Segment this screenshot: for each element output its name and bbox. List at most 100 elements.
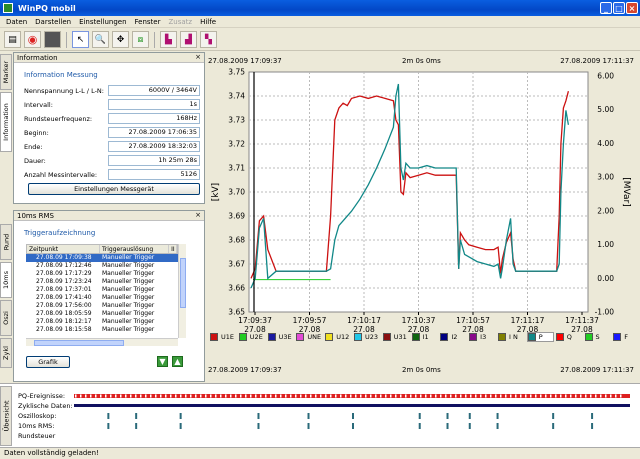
row-timestamp: 27.08.09 18:12:17 <box>36 318 92 325</box>
legend-item-q[interactable]: Q <box>555 333 583 341</box>
close-icon[interactable]: × <box>195 211 201 219</box>
close-icon[interactable]: × <box>195 53 201 61</box>
horizontal-scrollbar[interactable] <box>26 338 178 346</box>
legend-item-u23[interactable]: U23 <box>353 333 381 341</box>
pq-event-gap <box>180 394 182 398</box>
menu-daten[interactable]: Daten <box>2 18 31 26</box>
table-row[interactable]: 27.08.09 17:37:01 Manueller Trigger <box>26 286 178 294</box>
arrow-down-icon[interactable]: ▼ <box>157 356 168 367</box>
legend-swatch <box>613 333 622 341</box>
move-icon[interactable]: ✥ <box>112 31 129 48</box>
pq-event-gap <box>610 394 612 398</box>
status-text: Daten vollständig geladen! <box>4 449 99 457</box>
screen-icon[interactable] <box>44 31 61 48</box>
line-chart[interactable]: 3.75 3.74 3.73 3.72 3.71 3.70 3.69 3.68 3.67 3.66… <box>206 68 640 346</box>
menu-hilfe[interactable]: Hilfe <box>196 18 220 26</box>
table-row[interactable]: 27.08.09 18:12:17 Manueller Trigger <box>26 318 178 326</box>
table-row[interactable]: 27.08.09 17:56:00 Manueller Trigger <box>26 302 178 310</box>
panel-header: Information × <box>14 53 204 63</box>
pq-event-gap <box>95 394 97 398</box>
zoom-icon[interactable]: 🔍 <box>92 31 109 48</box>
legend-item-in[interactable]: I N <box>497 333 525 341</box>
grafik-button[interactable]: Grafik <box>26 356 70 368</box>
menu-fenster[interactable]: Fenster <box>131 18 165 26</box>
chart-icon[interactable]: ▚ <box>200 31 217 48</box>
pq-event-gap <box>140 394 142 398</box>
row-trigger: Manueller Trigger <box>102 270 155 277</box>
y-tick-left: 3.71 <box>228 164 245 173</box>
pointer-icon[interactable]: ↖ <box>72 31 89 48</box>
column-header-zeitpunkt[interactable]: Zeitpunkt <box>27 245 100 253</box>
pq-event-gap <box>430 394 432 398</box>
menu-einstellungen[interactable]: Einstellungen <box>75 18 130 26</box>
y-tick-left: 3.73 <box>228 116 245 125</box>
info-label: Dauer: <box>24 156 46 165</box>
table-row[interactable]: 27.08.09 17:23:24 Manueller Trigger <box>26 278 178 286</box>
legend-item-une[interactable]: UNE <box>296 333 323 341</box>
column-header-extra[interactable]: II <box>169 245 177 253</box>
overview-timeline[interactable] <box>74 386 634 446</box>
record-icon[interactable]: ◉ <box>24 31 41 48</box>
legend-item-u3e[interactable]: U3E <box>267 333 295 341</box>
table-row[interactable]: 27.08.09 18:05:59 Manueller Trigger <box>26 310 178 318</box>
toolbar-separator <box>154 31 155 48</box>
document-icon[interactable]: ▤ <box>4 31 21 48</box>
scroll-thumb[interactable] <box>180 258 186 308</box>
pq-event-gap <box>265 394 267 398</box>
pq-event-gap <box>565 394 567 398</box>
scroll-thumb[interactable] <box>34 340 124 346</box>
minimize-button[interactable]: _ <box>600 2 612 14</box>
tab-oszi[interactable]: Oszi <box>0 300 12 336</box>
chart-icon[interactable]: ▟ <box>180 31 197 48</box>
y-tick-right: 0.00 <box>597 274 614 283</box>
table-row[interactable]: 27.08.09 17:09:38 Manueller Trigger <box>26 254 178 262</box>
pq-event-gap <box>280 394 282 398</box>
tab-marker[interactable]: Marker <box>0 54 12 90</box>
table-row[interactable]: 27.08.09 17:12:46 Manueller Trigger <box>26 262 178 270</box>
oscilloscope-label: Oszilloskop: <box>18 412 57 420</box>
legend-label: P <box>538 333 543 341</box>
table-row[interactable]: 27.08.09 18:15:58 Manueller Trigger <box>26 326 178 334</box>
pq-event-gap <box>405 394 407 398</box>
settings-button[interactable]: Einstellungen Messgerät <box>28 183 200 195</box>
tab-uebersicht[interactable]: Übersicht <box>0 386 12 446</box>
legend-item-u31[interactable]: U31 <box>382 333 410 341</box>
legend-label: U1E <box>221 333 234 341</box>
legend-item-i3[interactable]: I3 <box>469 333 496 341</box>
fit-icon[interactable]: ⧈ <box>132 31 149 48</box>
legend-item-u2e[interactable]: U2E <box>238 333 266 341</box>
chart-icon[interactable]: ▙ <box>160 31 177 48</box>
maximize-button[interactable]: □ <box>613 2 625 14</box>
y-tick-left: 3.75 <box>228 68 245 77</box>
close-button[interactable]: × <box>626 2 638 14</box>
pq-event-gap <box>560 394 562 398</box>
status-bar: Daten vollständig geladen! <box>0 447 640 459</box>
legend-item-f[interactable]: F <box>613 333 640 341</box>
row-trigger: Manueller Trigger <box>102 262 155 269</box>
chart-duration: 2m 0s 0ms <box>402 57 441 65</box>
row-timestamp: 27.08.09 17:56:00 <box>36 302 92 309</box>
menu-darstellen[interactable]: Darstellen <box>31 18 75 26</box>
legend-item-i1[interactable]: I1 <box>411 333 439 341</box>
legend-item-u1e[interactable]: U1E <box>210 333 237 341</box>
y-tick-right: 4.00 <box>597 139 614 148</box>
legend-label: U2E <box>249 333 263 341</box>
arrow-up-icon[interactable]: ▲ <box>172 356 183 367</box>
table-row[interactable]: 27.08.09 17:41:40 Manueller Trigger <box>26 294 178 302</box>
tab-10ms[interactable]: 10ms <box>0 262 12 298</box>
column-header-trigger[interactable]: Triggerauslösung <box>100 245 170 253</box>
pq-event-gap <box>520 394 522 398</box>
rms-marker <box>468 423 471 429</box>
y-tick-right: 6.00 <box>597 72 614 81</box>
legend-item-p[interactable]: P <box>526 332 554 342</box>
legend-item-i2[interactable]: I2 <box>440 333 467 341</box>
tab-rund[interactable]: Rund <box>0 224 12 260</box>
legend-item-u12[interactable]: U12 <box>325 333 352 341</box>
legend-item-s[interactable]: S <box>584 333 612 341</box>
legend-label: F <box>624 333 629 341</box>
vertical-scrollbar[interactable] <box>178 244 186 338</box>
tab-information[interactable]: Information <box>0 92 12 152</box>
tab-zykl[interactable]: Zykl <box>0 338 12 368</box>
table-row[interactable]: 27.08.09 17:17:29 Manueller Trigger <box>26 270 178 278</box>
pq-event-gap <box>340 394 342 398</box>
